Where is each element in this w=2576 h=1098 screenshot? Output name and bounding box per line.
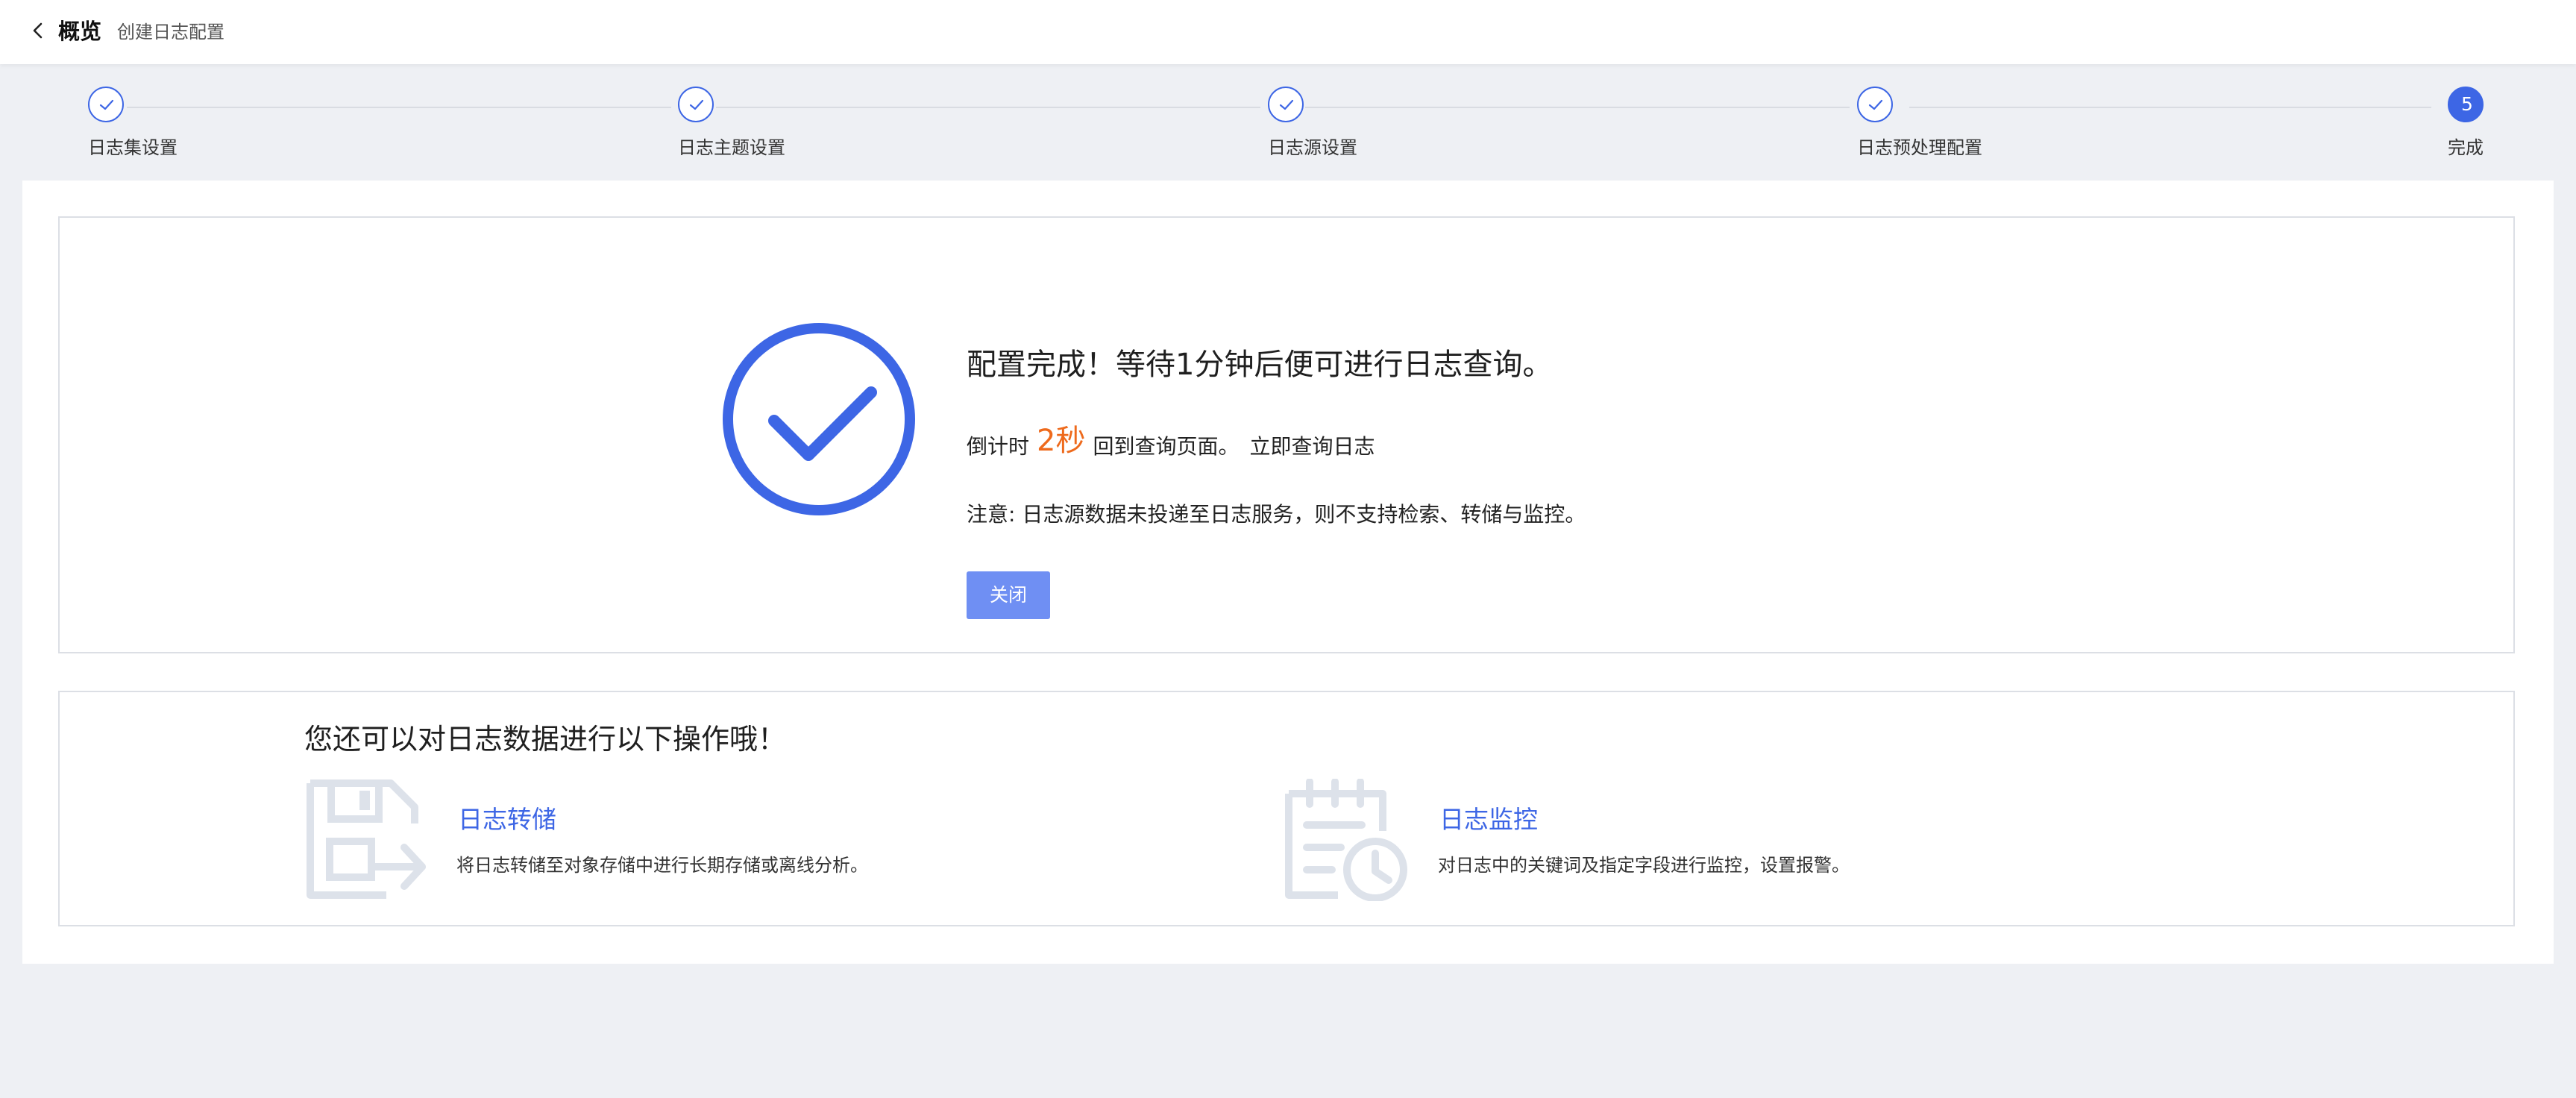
main-panel: 配置完成！等待1分钟后便可进行日志查询。 倒计时 2秒 回到查询页面。 立即查询日志 … — [22, 181, 2554, 964]
page-title[interactable]: 概览 — [58, 16, 101, 46]
log-monitor-description: 对日志中的关键词及指定字段进行监控，设置报警。 — [1438, 855, 1850, 876]
query-now-link[interactable]: 立即查询日志 — [1249, 434, 1375, 459]
log-dump-description: 将日志转储至对象存储中进行长期存储或离线分析。 — [456, 855, 868, 876]
chevron-left-icon[interactable] — [27, 19, 49, 42]
check-icon — [689, 99, 704, 110]
close-button[interactable]: 关闭 — [967, 571, 1050, 619]
page-subtitle: 创建日志配置 — [117, 22, 224, 43]
export-save-icon — [307, 779, 426, 899]
result-card: 配置完成！等待1分钟后便可进行日志查询。 倒计时 2秒 回到查询页面。 立即查询日志 … — [58, 216, 2515, 653]
top-header: 概览 创建日志配置 — [0, 0, 2576, 64]
check-icon — [1868, 99, 1883, 110]
step-connector — [716, 107, 1260, 108]
step-label: 日志预处理配置 — [1857, 137, 1982, 158]
log-monitor-link[interactable]: 日志监控 — [1439, 800, 1538, 835]
step-active-circle: 5 — [2448, 87, 2484, 122]
note-text: 注意: 日志源数据未投递至日志服务，则不支持检索、转储与监控。 — [967, 502, 1586, 527]
more-actions-card: 您还可以对日志数据进行以下操作哦！ 日志转储 将日志转储至对象存储中进行长期存储… — [58, 691, 2515, 926]
step-label: 日志主题设置 — [678, 137, 785, 158]
countdown-line: 倒计时 2秒 回到查询页面。 立即查询日志 — [967, 419, 1375, 462]
calendar-clock-icon — [1285, 779, 1407, 901]
check-icon — [99, 99, 114, 110]
more-actions-title: 您还可以对日志数据进行以下操作哦！ — [304, 723, 787, 756]
countdown-suffix: 回到查询页面。 — [1093, 434, 1240, 459]
step-label: 日志集设置 — [88, 137, 178, 158]
countdown-value: 2秒 — [1037, 424, 1086, 458]
steps-bar: 日志集设置 日志主题设置 日志源设置 日志预处理配置 5 完成 — [0, 64, 2576, 181]
step-done-circle — [1857, 87, 1893, 122]
countdown-prefix: 倒计时 — [967, 434, 1030, 459]
success-check-icon — [723, 323, 915, 515]
check-icon — [1279, 99, 1294, 110]
step-connector — [1909, 107, 2431, 108]
step-label: 完成 — [2448, 137, 2484, 158]
step-label: 日志源设置 — [1268, 137, 1357, 158]
step-connector — [127, 107, 671, 108]
step-done-circle — [88, 87, 124, 122]
step-number: 5 — [2461, 93, 2473, 115]
result-title: 配置完成！等待1分钟后便可进行日志查询。 — [967, 348, 1553, 382]
log-dump-link[interactable]: 日志转储 — [458, 800, 556, 835]
step-done-circle — [678, 87, 714, 122]
step-done-circle — [1268, 87, 1304, 122]
step-connector — [1305, 107, 1850, 108]
